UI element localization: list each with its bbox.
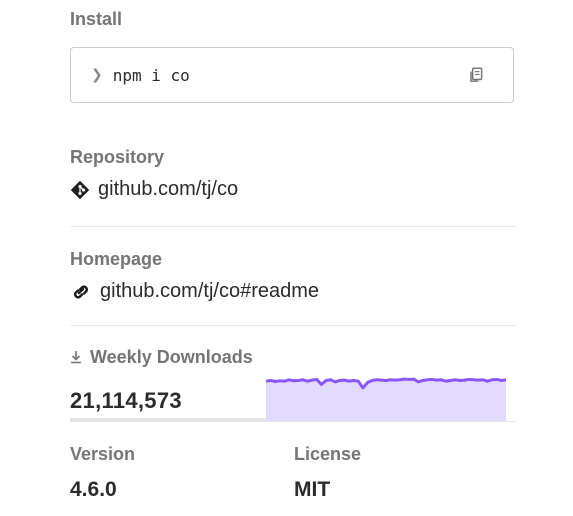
weekly-downloads-header: Weekly Downloads: [70, 346, 253, 368]
weekly-downloads-count: 21,114,573: [70, 388, 182, 413]
install-command[interactable]: npm i co: [113, 66, 190, 85]
repository-url[interactable]: github.com/tj/co: [98, 178, 238, 201]
sparkline-area: [266, 379, 506, 422]
copy-icon[interactable]: [467, 66, 485, 84]
homepage-link[interactable]: github.com/tj/co#readme: [70, 280, 319, 303]
divider: [70, 325, 516, 326]
repository-link[interactable]: github.com/tj/co: [70, 178, 238, 201]
divider: [70, 421, 516, 422]
version-value: 4.6.0: [70, 478, 117, 501]
install-label: Install: [70, 9, 123, 29]
divider: [70, 226, 516, 227]
license-label: License: [294, 444, 362, 464]
git-icon: [70, 180, 90, 199]
weekly-downloads-label: Weekly Downloads: [90, 347, 253, 367]
link-icon: [74, 285, 88, 298]
weekly-downloads-sparkline[interactable]: [266, 360, 506, 422]
download-icon: [71, 351, 81, 364]
license-value: MIT: [294, 478, 331, 501]
version-label: Version: [70, 444, 136, 464]
repository-label: Repository: [70, 147, 165, 167]
chevron-right-icon: ❯: [91, 67, 103, 83]
install-command-box[interactable]: ❯ npm i co: [70, 47, 514, 103]
homepage-label: Homepage: [70, 249, 163, 269]
homepage-url[interactable]: github.com/tj/co#readme: [100, 280, 319, 303]
